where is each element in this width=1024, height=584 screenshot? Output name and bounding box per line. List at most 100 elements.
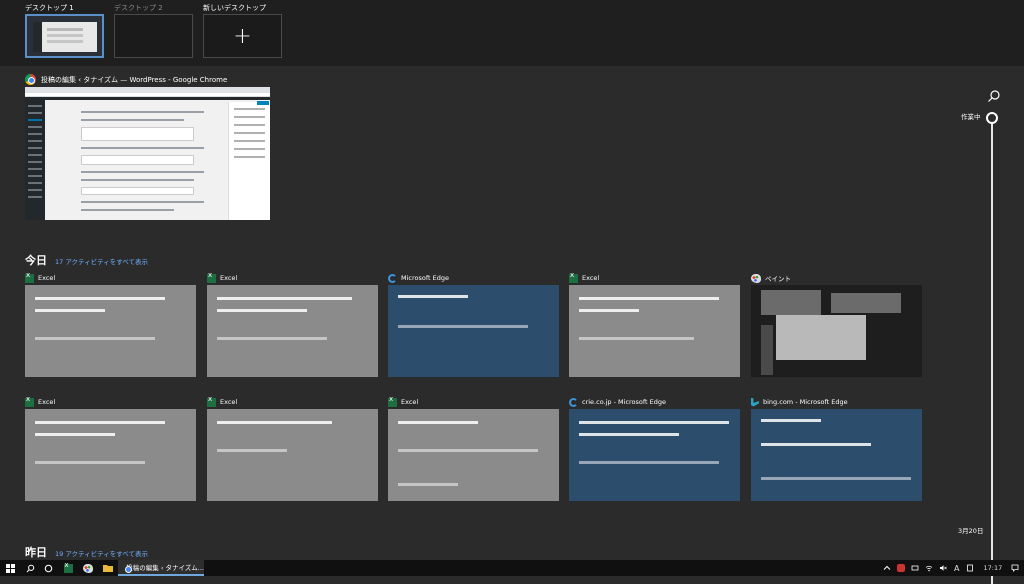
activity-thumbnail[interactable] [25,409,196,501]
edge-icon [388,274,397,283]
today-heading: 今日 [25,252,47,268]
activity-card[interactable]: Excel [25,271,196,377]
desktop-1-thumbnail[interactable] [25,14,104,58]
activity-card-header: Excel [207,395,378,409]
new-desktop[interactable]: 新しいデスクトップ + [203,2,282,58]
paint-icon [83,564,93,573]
activity-card[interactable]: crie.co.jp - Microsoft Edge [569,395,740,501]
desktop-2-thumbnail[interactable] [114,14,193,58]
yesterday-heading: 昨日 [25,544,47,560]
activity-thumbnail[interactable] [751,409,922,501]
desktop-1-preview [33,22,97,52]
thumbnail-text-line [398,449,538,452]
activity-card[interactable]: Excel [388,395,559,501]
activity-thumbnail[interactable] [569,409,740,501]
task-view-icon [44,564,53,573]
thumbnail-text-line [217,297,352,300]
activity-thumbnail[interactable] [207,285,378,377]
activity-card[interactable]: ペイント [751,271,922,377]
thumbnail-text-line [579,297,719,300]
ime-indicator[interactable]: A [954,564,959,573]
taskbar-search-button[interactable] [22,560,38,576]
search-icon[interactable] [987,88,1001,102]
thumbnail-text-line [761,419,821,422]
chrome-icon [25,74,36,85]
plus-icon: + [233,24,251,49]
activity-card[interactable]: bing.com - Microsoft Edge [751,395,922,501]
desktop-2[interactable]: デスクトップ 2 [114,2,193,58]
taskbar-chrome-label: 投稿の編集 ‹ タナイズム... [126,562,204,572]
activity-thumbnail[interactable] [25,285,196,377]
activity-card-header: bing.com - Microsoft Edge [751,395,922,409]
activity-card-header: Excel [388,395,559,409]
activity-card-header: crie.co.jp - Microsoft Edge [569,395,740,409]
task-view-button[interactable] [40,560,56,576]
thumbnail-text-line [579,309,639,312]
folder-icon [103,564,113,572]
activity-card-header: Excel [25,395,196,409]
today-section-header: 今日 17 アクティビティをすべて表示 [25,252,148,268]
thumbnail-text-line [35,433,115,436]
activity-card[interactable]: Excel [207,271,378,377]
paint-icon [751,274,761,283]
activity-card[interactable]: Excel [207,395,378,501]
open-window-thumbnail[interactable] [25,87,270,220]
excel-icon [207,398,216,407]
excel-icon [569,274,578,283]
volume-muted-icon[interactable] [939,564,947,572]
activity-app-name: Excel [220,398,237,406]
activity-thumbnail[interactable] [569,285,740,377]
timeline-scrollbar-handle[interactable] [986,112,998,124]
activity-card-header: Excel [569,271,740,285]
desktop-1-label: デスクトップ 1 [25,2,104,14]
chevron-up-icon[interactable] [883,564,891,572]
thumbnail-text-line [35,337,155,340]
thumbnail-text-line [761,443,871,446]
taskbar-paint[interactable] [80,560,96,576]
paint-canvas-fragment [761,290,821,315]
activity-thumbnail[interactable] [207,409,378,501]
battery-icon[interactable] [966,564,974,572]
wifi-icon[interactable] [925,564,933,572]
activity-card[interactable]: Excel [25,395,196,501]
activity-card-header: Microsoft Edge [388,271,559,285]
clock[interactable]: 17:17 [983,564,1002,572]
yesterday-view-all-link[interactable]: 19 アクティビティをすべて表示 [55,548,148,558]
taskbar-file-explorer[interactable] [100,560,116,576]
activity-app-name: Excel [38,398,55,406]
desktop-1[interactable]: デスクトップ 1 [25,2,104,58]
search-icon [26,564,35,573]
network-icon[interactable] [911,564,919,572]
thumbnail-text-line [217,449,287,452]
activity-card-header: Excel [25,271,196,285]
activity-app-name: bing.com - Microsoft Edge [763,398,848,406]
bing-icon [751,398,759,407]
thumbnail-text-line [35,297,165,300]
system-tray: A 17:17 [880,560,1022,576]
wp-admin-sidebar [25,100,45,220]
thumbnail-text-line [398,421,478,424]
activity-thumbnail[interactable] [751,285,922,377]
thumbnail-text-line [398,325,528,328]
thumbnail-text-line [35,421,165,424]
activity-app-name: Excel [220,274,237,282]
notification-icon[interactable] [1011,564,1019,572]
excel-icon [25,274,34,283]
timeline-view: 投稿の編集 ‹ タナイズム — WordPress - Google Chrom… [0,66,1024,560]
timeline-scrollbar[interactable] [991,124,993,584]
new-desktop-button[interactable]: + [203,14,282,58]
start-button[interactable] [0,560,20,576]
activity-thumbnail[interactable] [388,409,559,501]
thumbnail-text-line [398,483,458,486]
tray-app-icon[interactable] [897,564,905,572]
new-desktop-label: 新しいデスクトップ [203,2,282,14]
activity-app-name: Excel [401,398,418,406]
taskbar-chrome-window[interactable]: 投稿の編集 ‹ タナイズム... [118,560,204,576]
activity-card[interactable]: Microsoft Edge [388,271,559,377]
activity-thumbnail[interactable] [388,285,559,377]
open-window-title-text: 投稿の編集 ‹ タナイズム — WordPress - Google Chrom… [41,75,227,85]
activity-card[interactable]: Excel [569,271,740,377]
today-view-all-link[interactable]: 17 アクティビティをすべて表示 [55,256,148,266]
editor-content [49,105,224,220]
taskbar-excel[interactable] [60,560,76,576]
